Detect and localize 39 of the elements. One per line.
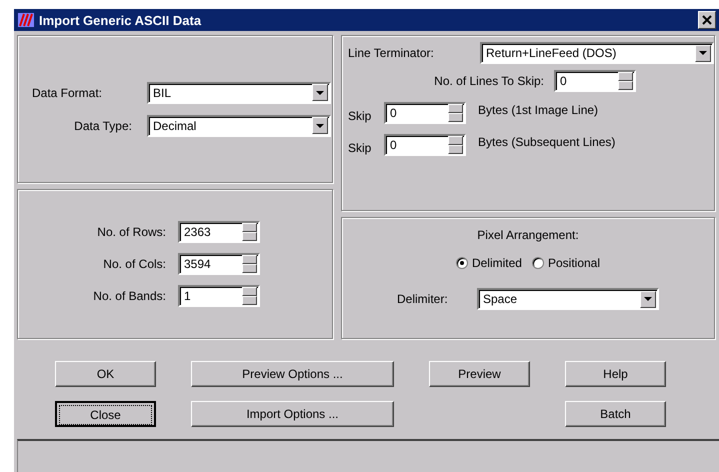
field-label: Line Terminator: [348, 46, 435, 60]
dropdown[interactable]: Return+LineFeed (DOS) [480, 42, 714, 64]
dropdown[interactable]: Space [477, 288, 659, 310]
spinner-field[interactable]: 2363 [178, 221, 260, 243]
dialog-button[interactable]: Preview [429, 361, 530, 387]
field-label: Delimiter: [397, 292, 449, 306]
dialog-button[interactable]: Help [565, 361, 666, 387]
dropdown[interactable]: BIL [147, 82, 331, 104]
spinner-field[interactable]: 0 [384, 102, 466, 124]
dialog-button[interactable]: Batch [565, 401, 666, 427]
spinner-field[interactable]: 0 [554, 70, 636, 92]
dropdown-arrow-icon [699, 51, 707, 55]
window-title: Import Generic ASCII Data [39, 12, 202, 28]
dialog-button[interactable]: Close [55, 401, 156, 427]
field-label: Data Format: [32, 86, 104, 100]
field-label: Bytes (Subsequent Lines) [478, 135, 616, 151]
field-label: No. of Bands: [92, 289, 167, 303]
radio-option[interactable]: Delimited [456, 256, 522, 270]
dropdown[interactable]: Decimal [147, 114, 331, 136]
radio-option[interactable]: Positional [532, 256, 600, 270]
dialog-button[interactable]: Preview Options ... [191, 361, 394, 387]
field-label: Skip [348, 140, 372, 155]
field-label: Data Type: [73, 118, 133, 132]
field-label: Skip [348, 108, 372, 123]
close-icon[interactable] [698, 11, 716, 29]
dropdown-arrow-icon [644, 297, 652, 301]
app-icon [18, 13, 34, 27]
section-title: Pixel Arrangement: [477, 228, 579, 242]
spinner-field[interactable]: 1 [178, 285, 260, 307]
field-label: No. of Lines To Skip: [433, 74, 545, 88]
dialog-button[interactable]: Import Options ... [191, 401, 394, 427]
spinner-field[interactable]: 3594 [178, 253, 260, 275]
field-label: No. of Cols: [102, 257, 167, 271]
spinner-field[interactable]: 0 [384, 134, 466, 156]
dropdown-arrow-icon [316, 90, 324, 94]
dropdown-arrow-icon [316, 124, 324, 128]
field-label: No. of Rows: [96, 225, 167, 239]
field-label: Bytes (1st Image Line) [478, 103, 598, 119]
dialog-button[interactable]: OK [55, 361, 156, 387]
